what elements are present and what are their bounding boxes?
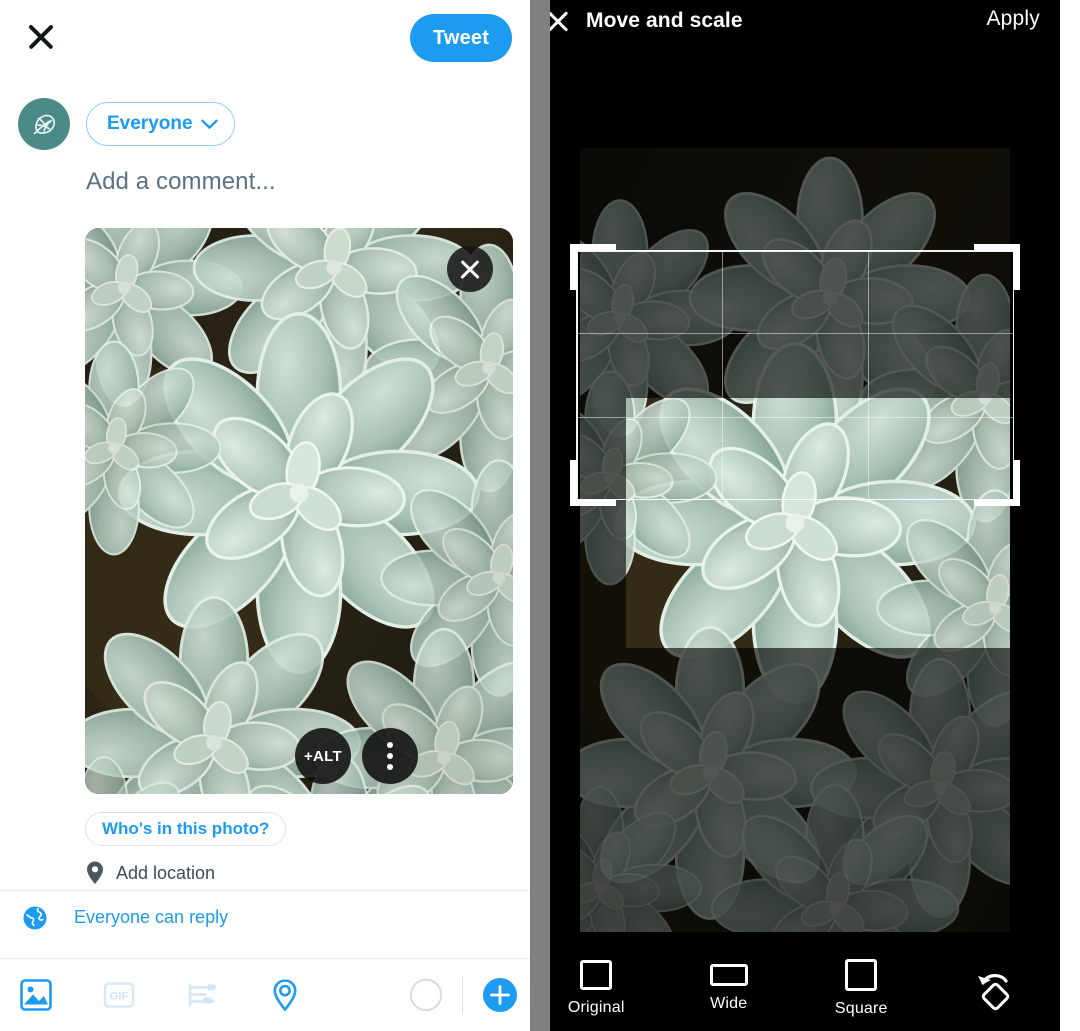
photo-image: [85, 228, 513, 794]
chevron-down-icon: [200, 119, 218, 129]
attached-photo[interactable]: [85, 228, 513, 794]
crop-title: Move and scale: [586, 9, 743, 32]
crop-panel: Move and scale Apply Original Wide Squar…: [530, 0, 1060, 1031]
remove-photo-button[interactable]: [447, 246, 493, 292]
rect-square-icon: [845, 959, 878, 991]
rotate-button[interactable]: [928, 946, 1061, 1031]
crop-stage[interactable]: [580, 148, 1010, 932]
tweet-button[interactable]: Tweet: [410, 14, 512, 62]
crop-header: Move and scale Apply: [530, 0, 1060, 42]
globe-icon: [23, 906, 47, 929]
whos-in-this-photo-button[interactable]: Who's in this photo?: [85, 812, 287, 846]
more-dot: [387, 764, 393, 770]
audience-label: Everyone: [107, 113, 193, 134]
location-pin-icon: [87, 861, 103, 884]
compose-header: Tweet: [0, 0, 530, 78]
avatar[interactable]: [18, 98, 70, 150]
reply-setting-label: Everyone can reply: [74, 907, 229, 927]
location-icon[interactable]: [255, 964, 316, 1026]
media-icon[interactable]: [6, 964, 67, 1026]
comment-input[interactable]: Add a comment...: [86, 168, 276, 196]
aspect-ratio-bar: Original Wide Square: [530, 946, 1060, 1031]
close-icon[interactable]: [24, 20, 58, 54]
add-location-button[interactable]: Add location: [84, 860, 215, 886]
photo-more-button[interactable]: [362, 728, 418, 784]
ratio-square-button[interactable]: Square: [795, 946, 928, 1031]
rect-original-icon: [580, 960, 613, 990]
gif-icon[interactable]: GIF: [89, 964, 150, 1026]
ratio-wide-button[interactable]: Wide: [663, 946, 796, 1031]
add-tweet-icon[interactable]: [469, 964, 530, 1026]
toolbar-divider: [462, 976, 464, 1014]
leaf-avatar-icon: [33, 114, 56, 135]
app-root: Tweet Everyone Add a comment... +ALT Who…: [0, 0, 1080, 1031]
audience-row: Everyone: [0, 98, 530, 152]
more-dot: [387, 742, 393, 748]
audience-selector[interactable]: Everyone: [86, 102, 235, 146]
reply-setting-row[interactable]: Everyone can reply: [0, 890, 530, 944]
svg-text:GIF: GIF: [110, 991, 129, 1003]
alt-text-button[interactable]: +ALT: [295, 728, 351, 784]
add-location-label: Add location: [116, 862, 216, 883]
ratio-wide-label: Wide: [710, 995, 748, 1012]
crop-edge-right: [1012, 250, 1014, 500]
progress-ring-icon: [395, 964, 456, 1026]
ratio-original-label: Original: [567, 999, 625, 1016]
crop-image: [580, 148, 1010, 932]
rotate-icon: [977, 973, 1009, 1010]
poll-icon[interactable]: [172, 964, 233, 1026]
ratio-square-label: Square: [834, 1000, 888, 1017]
more-dot: [387, 753, 393, 759]
compose-toolbar: GIF: [0, 958, 530, 1031]
rect-wide-icon: [709, 964, 748, 986]
apply-button[interactable]: Apply: [986, 7, 1040, 31]
crop-edge-left: [576, 250, 578, 500]
compose-panel: Tweet Everyone Add a comment... +ALT Who…: [0, 0, 530, 1031]
panel-scrollbar[interactable]: [530, 0, 550, 1031]
